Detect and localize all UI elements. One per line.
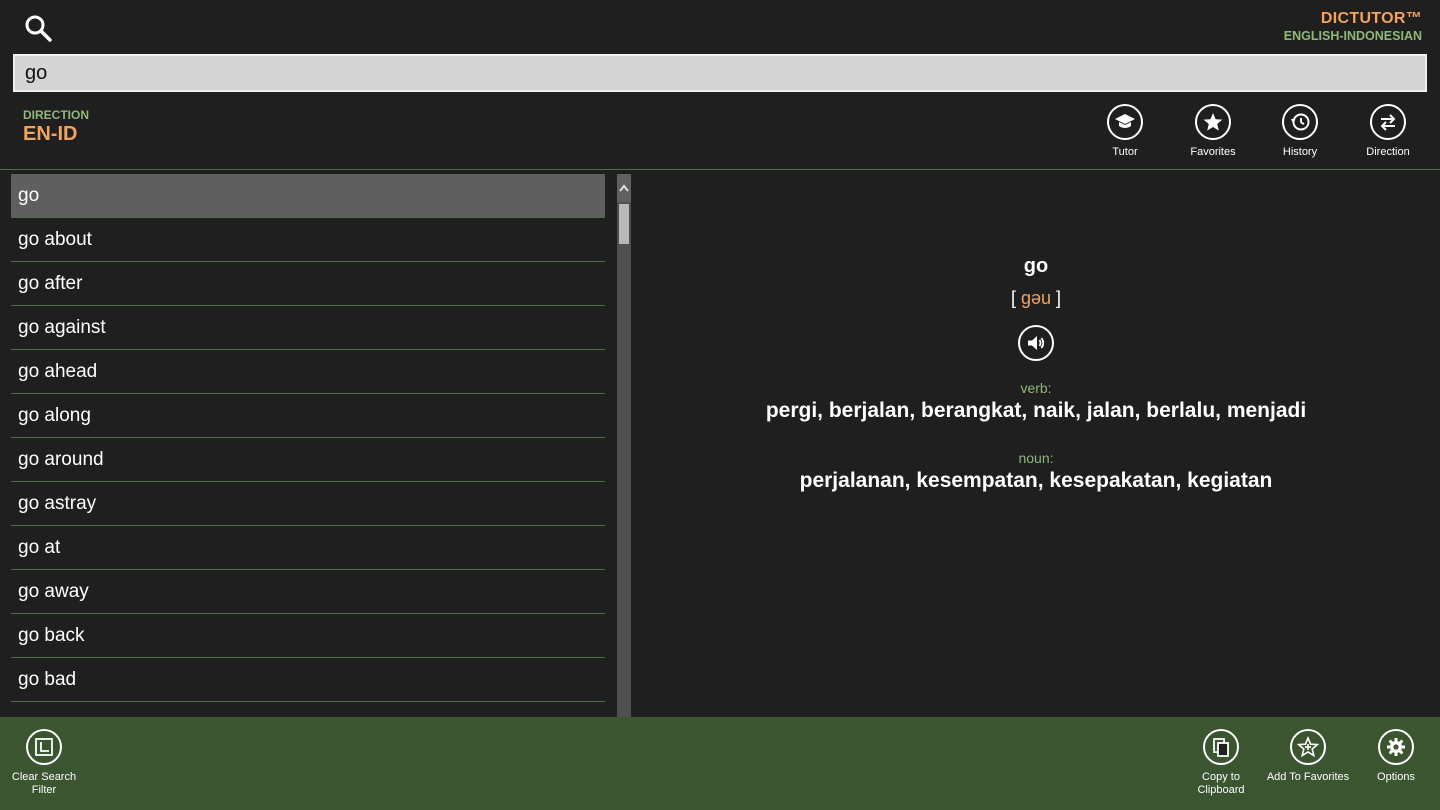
tutor-label: Tutor xyxy=(1112,146,1138,158)
star-icon xyxy=(1195,104,1231,140)
brand: DICTUTOR™ ENGLISH-INDONESIAN xyxy=(1284,10,1422,43)
clear-filter-label-line1: Clear Search xyxy=(11,771,77,783)
clear-filter-label: Clear Search Filter xyxy=(0,771,88,797)
bracket-close: ] xyxy=(1056,288,1062,308)
definition-panel: go [ gəu ] verb: pergi, berjalan, berang… xyxy=(632,171,1440,717)
copy-label: Copy to Clipboard xyxy=(1177,771,1265,797)
translation: pergi, berjalan, berangkat, naik, jalan,… xyxy=(765,399,1307,422)
brand-subtitle: ENGLISH-INDONESIAN xyxy=(1283,29,1422,43)
search-button[interactable] xyxy=(22,12,56,46)
swap-arrows-icon xyxy=(1370,104,1406,140)
search-icon xyxy=(25,15,52,42)
list-item[interactable]: go astray xyxy=(11,482,605,526)
favorites-button[interactable]: Favorites xyxy=(1169,104,1257,159)
clear-filter-icon xyxy=(26,729,62,765)
scroll-thumb[interactable] xyxy=(619,204,629,244)
favorites-label: Favorites xyxy=(1190,146,1236,158)
list-item[interactable]: go xyxy=(11,174,605,218)
clear-filter-label-line2: Filter xyxy=(31,784,57,796)
direction-button-label: Direction xyxy=(1366,146,1410,158)
bottom-app-bar: Clear Search Filter Copy to Clipboard Ad… xyxy=(0,717,1440,810)
word-list: go go about go after go against go ahead… xyxy=(11,174,605,717)
pronunciation-text: gəu xyxy=(1020,288,1052,308)
direction-value: EN-ID xyxy=(23,123,78,145)
list-item[interactable]: go about xyxy=(11,218,605,262)
bracket-open: [ xyxy=(1010,288,1016,308)
direction-button[interactable]: Direction xyxy=(1344,104,1432,159)
options-button[interactable]: Options xyxy=(1352,729,1440,784)
options-label: Options xyxy=(1377,771,1415,783)
list-item[interactable]: go at xyxy=(11,526,605,570)
search-input[interactable] xyxy=(13,54,1427,92)
copy-label-line2: Clipboard xyxy=(1197,784,1245,796)
clear-search-filter-button[interactable]: Clear Search Filter xyxy=(0,729,88,797)
history-label: History xyxy=(1282,146,1318,158)
list-item[interactable]: go away xyxy=(11,570,605,614)
list-item[interactable]: go along xyxy=(11,394,605,438)
top-header: DICTUTOR™ ENGLISH-INDONESIAN DIRECTION E… xyxy=(0,0,1440,170)
pronunciation: [ gəu ] xyxy=(632,288,1440,309)
gear-icon xyxy=(1378,729,1414,765)
headword: go xyxy=(1023,255,1049,277)
direction-indicator: DIRECTION EN-ID xyxy=(23,108,89,146)
history-button[interactable]: History xyxy=(1256,104,1344,159)
copy-icon xyxy=(1203,729,1239,765)
list-item[interactable]: go against xyxy=(11,306,605,350)
scroll-up-button[interactable] xyxy=(617,174,631,202)
list-item[interactable]: go back xyxy=(11,614,605,658)
tutor-icon xyxy=(1107,104,1143,140)
copy-label-line1: Copy to xyxy=(1202,771,1240,783)
list-item[interactable]: go around xyxy=(11,438,605,482)
add-favorites-label: Add To Favorites xyxy=(1266,771,1350,783)
history-icon xyxy=(1282,104,1318,140)
translation: perjalanan, kesempatan, kesepakatan, keg… xyxy=(799,469,1273,492)
copy-to-clipboard-button[interactable]: Copy to Clipboard xyxy=(1177,729,1265,797)
tutor-button[interactable]: Tutor xyxy=(1081,104,1169,159)
list-item[interactable]: go ahead xyxy=(11,350,605,394)
list-scrollbar[interactable] xyxy=(617,174,631,717)
part-of-speech: verb: xyxy=(1020,380,1052,396)
pronounce-button[interactable] xyxy=(1018,325,1054,361)
star-add-icon xyxy=(1290,729,1326,765)
list-item[interactable]: go bad xyxy=(11,658,605,702)
add-to-favorites-button[interactable]: Add To Favorites xyxy=(1264,729,1352,784)
chevron-up-icon xyxy=(619,184,629,192)
part-of-speech: noun: xyxy=(1018,450,1054,466)
speaker-icon xyxy=(1028,336,1045,350)
brand-name: DICTUTOR™ xyxy=(1320,10,1422,27)
list-item[interactable]: go after xyxy=(11,262,605,306)
direction-label: DIRECTION xyxy=(23,108,89,122)
